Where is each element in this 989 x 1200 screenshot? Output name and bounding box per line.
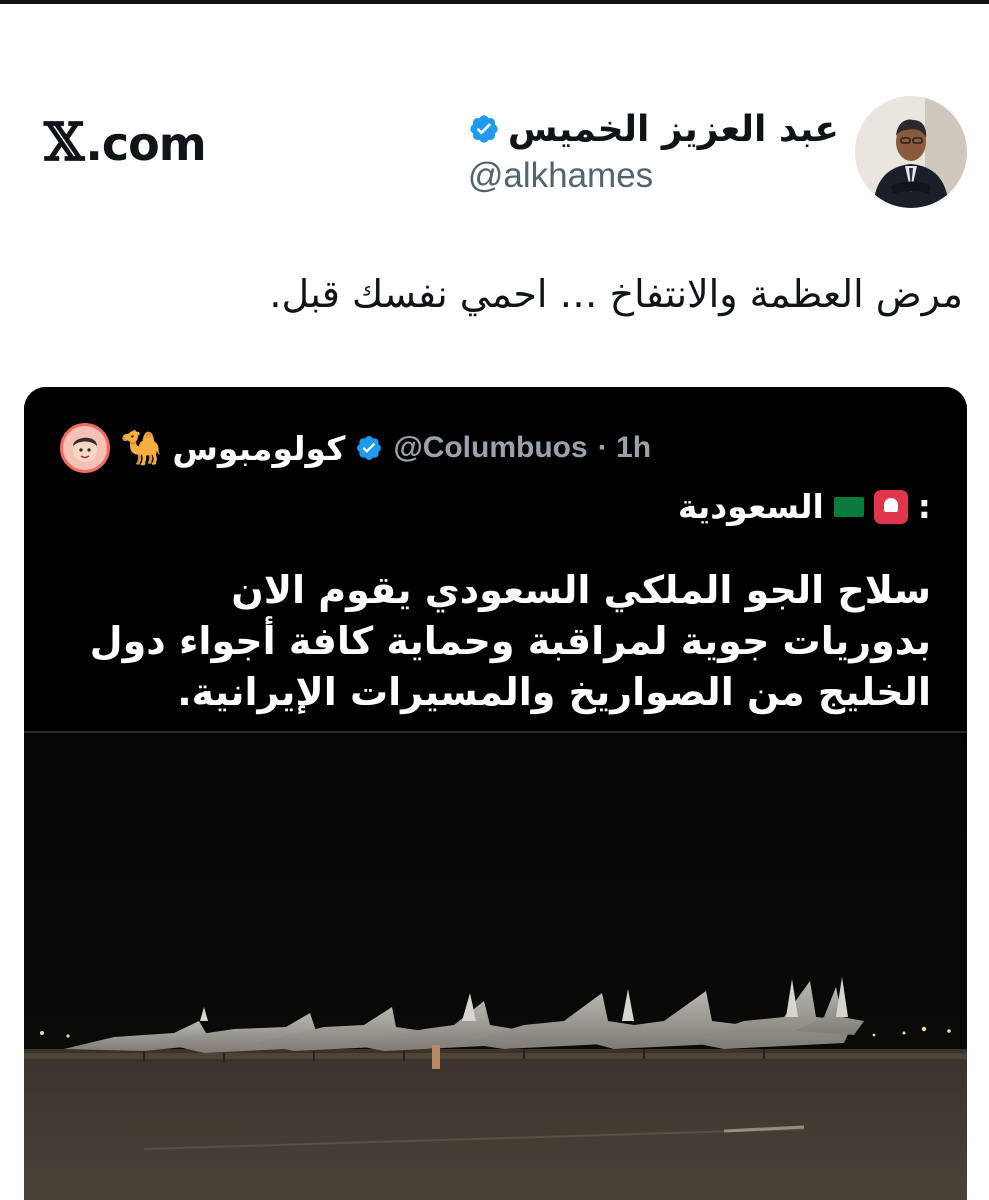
brand-domain-text: .com [85, 117, 206, 171]
quoted-author-handle: @Columbuos [393, 431, 588, 464]
author-name[interactable]: عبد العزيز الخميس [508, 109, 839, 150]
quoted-post-time: · 1h [597, 431, 652, 464]
quoted-post-body: سلاح الجو الملكي السعودي يقوم الان بدوري… [89, 568, 931, 714]
quoted-post-tag-line: السعودية : [678, 487, 931, 526]
quoted-post-header: 🐪 كولومبوس @Columbuos · 1h [60, 423, 651, 473]
quoted-post-screenshot: 🐪 كولومبوس @Columbuos · 1h السعودية : سل… [24, 387, 967, 731]
top-divider [0, 0, 989, 4]
night-airbase-fighter-jets-image [24, 731, 967, 1200]
tweet-media-image[interactable]: 🐪 كولومبوس @Columbuos · 1h السعودية : سل… [24, 387, 967, 1200]
camel-icon: 🐪 [120, 428, 163, 468]
saudi-flag-icon [833, 496, 864, 517]
author-name-row: عبد العزيز الخميس [468, 109, 839, 150]
quoted-post-tag: السعودية [677, 487, 824, 526]
cartoon-avatar-icon [60, 423, 110, 473]
quoted-author-name: كولومبوس [172, 428, 346, 468]
quoted-verified-badge-icon [357, 436, 382, 460]
verified-badge-icon [470, 115, 498, 143]
author-block[interactable]: عبد العزيز الخميس @alkhames [468, 96, 967, 208]
author-avatar[interactable] [855, 96, 967, 208]
author-portrait-icon [855, 96, 967, 208]
siren-icon [873, 489, 908, 524]
x-logo-icon: 𝕏 [44, 112, 84, 173]
author-text: عبد العزيز الخميس @alkhames [468, 109, 839, 196]
quoted-post-colon: : [917, 487, 931, 526]
x-brand-logo[interactable]: 𝕏 .com [44, 112, 207, 173]
tweet-text: مرض العظمة والانتفاخ … احمي نفسك قبل. [269, 272, 963, 316]
author-handle[interactable]: @alkhames [468, 156, 653, 196]
